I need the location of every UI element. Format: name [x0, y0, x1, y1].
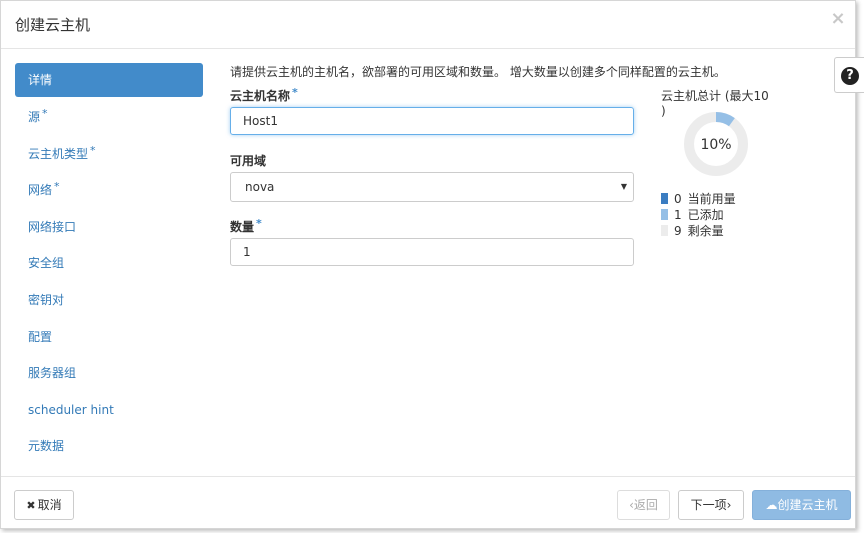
legend-value: 0 [674, 192, 682, 206]
sidebar-item-label: 云主机类型 [28, 146, 89, 161]
caret-down-icon: ▼ [620, 182, 627, 191]
sidebar-item-label: scheduler hint [28, 402, 114, 417]
availability-zone-select[interactable]: nova ▼ [230, 172, 634, 202]
availability-zone-label: 可用域 [230, 154, 267, 168]
legend-label: 当前用量 [687, 192, 736, 206]
donut-percent-label: 10% [700, 137, 731, 153]
instance-name-label: 云主机名称 * [230, 86, 298, 103]
quota-legend: 0 当前用量 1 已添加 9 剩余量 [661, 191, 736, 239]
legend-row: 9 剩余量 [661, 223, 736, 239]
sidebar-item-label: 网络 [28, 183, 53, 198]
modal-footer: ✖ 取消 ‹返回 下一项› ☁创建云主机 [1, 476, 855, 530]
sidebar-item-1[interactable]: 源 * [15, 99, 203, 136]
sidebar-item-4[interactable]: 网络接口 [15, 209, 203, 246]
sidebar-item-label: 安全组 [28, 256, 65, 271]
modal-header: 创建云主机 × [1, 1, 855, 49]
sidebar-item-label: 配置 [28, 329, 53, 344]
sidebar-item-7[interactable]: 配置 [15, 319, 203, 356]
sidebar-item-label: 服务器组 [28, 366, 77, 381]
legend-row: 1 已添加 [661, 207, 736, 223]
count-label: 数量 * [230, 217, 262, 234]
sidebar-item-9[interactable]: scheduler hint [15, 392, 203, 429]
donut-added-arc [715, 112, 735, 127]
details-form: 云主机名称 * Host1 可用域 nova ▼ 数量 * 1 [230, 85, 634, 281]
close-button[interactable]: × [829, 9, 847, 29]
availability-zone-value: nova [245, 180, 275, 194]
sidebar-item-0[interactable]: 详情 [15, 63, 203, 97]
quota-donut-chart: 10% [684, 112, 748, 176]
legend-value: 9 [674, 224, 682, 238]
required-mark: * [90, 143, 96, 157]
sidebar-item-label: 源 [28, 110, 41, 124]
required-mark: * [256, 217, 262, 230]
legend-label: 剩余量 [687, 224, 724, 238]
instance-quota-panel: 云主机总计 (最大10 ) 10% 0 当前用量 1 已添加 9 剩余量 [657, 87, 777, 238]
legend-swatch [661, 209, 668, 220]
modal-title: 创建云主机 [15, 16, 91, 34]
instance-name-input[interactable]: Host1 [230, 107, 634, 135]
sidebar-item-label: 密钥对 [28, 292, 65, 307]
required-mark: * [42, 107, 48, 120]
next-button[interactable]: 下一项› [678, 490, 744, 520]
required-mark: * [54, 180, 60, 194]
question-icon: ? [841, 67, 859, 85]
cancel-button[interactable]: ✖ 取消 [14, 490, 74, 520]
sidebar-item-label: 元数据 [28, 439, 65, 454]
sidebar-item-5[interactable]: 安全组 [15, 245, 203, 282]
legend-swatch [661, 193, 668, 204]
sidebar-item-2[interactable]: 云主机类型 * [15, 136, 203, 173]
launch-instance-modal: 创建云主机 × 详情源 * 云主机类型 * 网络 * 网络接口 安全组 密钥对 配置 服务器组 sch… [0, 0, 864, 530]
help-button[interactable]: ? [834, 57, 864, 93]
legend-label: 已添加 [687, 208, 724, 222]
sidebar-item-6[interactable]: 密钥对 [15, 282, 203, 319]
close-icon: ✖ [26, 499, 36, 512]
legend-swatch [661, 225, 668, 236]
sidebar-item-label: 网络接口 [28, 219, 77, 234]
back-button[interactable]: ‹返回 [617, 490, 670, 520]
legend-row: 0 当前用量 [661, 191, 736, 207]
create-instance-button[interactable]: ☁创建云主机 [752, 490, 851, 520]
sidebar-item-3[interactable]: 网络 * [15, 172, 203, 209]
count-input[interactable]: 1 [230, 238, 634, 266]
cloud-upload-icon: ☁ [765, 498, 778, 512]
sidebar-item-label: 详情 [28, 73, 53, 87]
legend-value: 1 [674, 208, 682, 222]
sidebar-item-8[interactable]: 服务器组 [15, 355, 203, 392]
sidebar-item-10[interactable]: 元数据 [15, 428, 203, 465]
wizard-nav: 详情源 * 云主机类型 * 网络 * 网络接口 安全组 密钥对 配置 服务器组 scheduler h… [15, 63, 203, 465]
required-mark: * [292, 86, 298, 99]
intro-text: 请提供云主机的主机名，欲部署的可用区域和数量。 增大数量以创建多个同样配置的云主… [230, 65, 726, 79]
